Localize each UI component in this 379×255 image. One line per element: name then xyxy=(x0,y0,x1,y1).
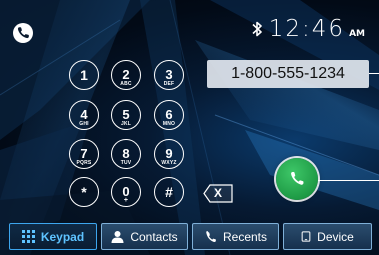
status-bar: 12:46 AM xyxy=(251,16,365,42)
key-2[interactable]: 2 ABC xyxy=(111,60,141,90)
key-digit: # xyxy=(165,184,173,200)
key-letters: GHI xyxy=(79,121,89,127)
phone-icon xyxy=(291,172,304,185)
key-7[interactable]: 7 PQRS xyxy=(69,139,99,169)
tab-label: Keypad xyxy=(40,229,85,244)
key-letters: MNO xyxy=(162,121,176,127)
tab-label: Contacts xyxy=(130,229,178,244)
key-letters: DEF xyxy=(163,81,175,87)
tab-bar: Keypad Contacts Recents Device xyxy=(0,220,379,255)
key-digit: 3 xyxy=(165,67,173,82)
dialed-number: 1-800-555-1234 xyxy=(231,65,345,82)
clock-ampm: AM xyxy=(349,29,365,39)
clock-time: 12:46 xyxy=(268,16,346,42)
key-letters: TUV xyxy=(120,160,132,166)
tab-contacts[interactable]: Contacts xyxy=(101,223,188,250)
key-letters: WXYZ xyxy=(161,160,177,166)
call-button[interactable] xyxy=(276,158,318,200)
key-letters: + xyxy=(123,197,129,204)
smartphone-icon xyxy=(301,231,311,242)
key-3[interactable]: 3 DEF xyxy=(154,60,184,90)
key-8[interactable]: 8 TUV xyxy=(111,139,141,169)
key-6[interactable]: 6 MNO xyxy=(154,100,184,130)
key-star[interactable]: * xyxy=(69,177,99,207)
key-digit: 1 xyxy=(80,67,88,83)
keypad-icon xyxy=(21,230,35,243)
phone-icon xyxy=(206,231,216,243)
backspace-icon: X xyxy=(214,186,223,200)
key-digit: 6 xyxy=(165,107,173,122)
key-hash[interactable]: # xyxy=(154,177,184,207)
bluetooth-icon xyxy=(252,21,262,37)
key-digit: 2 xyxy=(122,67,130,82)
key-4[interactable]: 4 GHI xyxy=(69,100,99,130)
tab-label: Recents xyxy=(222,229,268,244)
phone-icon xyxy=(13,23,33,43)
key-5[interactable]: 5 JKL xyxy=(111,100,141,130)
phone-screen: 12:46 AM 1-800-555-1234 1 2 ABC 3 DEF 4 … xyxy=(0,0,379,255)
tab-device[interactable]: Device xyxy=(283,223,372,250)
callout-line xyxy=(318,180,379,181)
tab-recents[interactable]: Recents xyxy=(192,223,279,250)
key-digit: 9 xyxy=(165,146,173,161)
person-icon xyxy=(111,231,124,243)
key-0[interactable]: 0 + xyxy=(111,177,141,207)
key-digit: 5 xyxy=(122,107,130,122)
key-letters: ABC xyxy=(120,81,132,87)
key-1[interactable]: 1 xyxy=(69,60,99,90)
dialed-number-field: 1-800-555-1234 xyxy=(207,60,369,88)
key-digit: 8 xyxy=(122,146,130,161)
tab-keypad[interactable]: Keypad xyxy=(9,223,97,250)
key-9[interactable]: 9 WXYZ xyxy=(154,139,184,169)
key-letters: PQRS xyxy=(76,160,92,166)
key-digit: * xyxy=(81,184,87,200)
callout-line xyxy=(369,73,379,74)
key-digit: 4 xyxy=(80,107,88,122)
key-letters: JKL xyxy=(120,121,132,127)
key-digit: 7 xyxy=(80,146,88,161)
tab-label: Device xyxy=(317,229,354,244)
